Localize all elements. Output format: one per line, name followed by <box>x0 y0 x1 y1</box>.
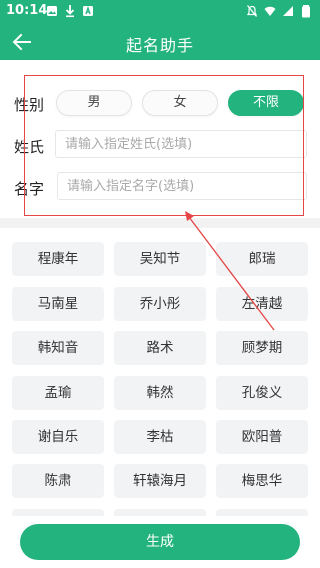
name-chip[interactable]: 欧阳普 <box>216 420 308 454</box>
name-chip[interactable]: 马南星 <box>12 287 104 321</box>
status-bar: 10:14 <box>0 0 320 24</box>
battery-icon <box>302 5 310 18</box>
status-left-icons <box>46 4 94 18</box>
name-chip[interactable]: 梅思华 <box>216 464 308 498</box>
wifi-icon <box>264 6 276 16</box>
name-chip[interactable]: 孔俊义 <box>216 376 308 410</box>
page-title: 起名助手 <box>125 36 194 55</box>
text-icon <box>83 5 93 16</box>
given-name-label: 名字 <box>14 180 45 198</box>
names-grid: 程康年 吴知节 郎瑞 马南星 乔小彤 左清越 韩知音 路术 顾梦期 孟瑜 韩然 … <box>0 228 320 518</box>
gender-option-any[interactable]: 不限 <box>228 90 304 116</box>
name-chip[interactable]: 陈肃 <box>12 464 104 498</box>
title-bar: 起名助手 <box>0 24 320 60</box>
name-chip[interactable]: 韩然 <box>114 376 206 410</box>
section-divider <box>0 218 320 228</box>
surname-input[interactable] <box>55 130 307 158</box>
name-chip[interactable]: 吴知节 <box>114 242 206 276</box>
name-chip[interactable]: 程康年 <box>12 242 104 276</box>
gender-option-male[interactable]: 男 <box>56 90 132 116</box>
given-name-input[interactable] <box>57 172 307 200</box>
image-icon <box>47 6 57 16</box>
generate-button[interactable]: 生成 <box>20 524 300 560</box>
name-chip[interactable]: 路术 <box>114 331 206 365</box>
status-right-icons <box>246 4 312 18</box>
name-chip[interactable]: 郎瑞 <box>216 242 308 276</box>
name-chip[interactable]: 顾梦期 <box>216 331 308 365</box>
gender-option-female[interactable]: 女 <box>142 90 218 116</box>
download-icon <box>65 5 75 18</box>
gender-label: 性别 <box>14 96 45 114</box>
name-chip[interactable]: 孟瑜 <box>12 376 104 410</box>
status-time: 10:14 <box>6 3 48 18</box>
name-chip[interactable]: 轩辕海月 <box>114 464 206 498</box>
mute-icon <box>246 5 258 17</box>
bottom-bar: 生成 <box>0 516 320 568</box>
name-chip[interactable]: 韩知音 <box>12 331 104 365</box>
surname-label: 姓氏 <box>14 138 45 156</box>
signal-icon <box>283 6 293 16</box>
name-chip[interactable]: 乔小彤 <box>114 287 206 321</box>
name-chip[interactable]: 谢自乐 <box>12 420 104 454</box>
name-chip[interactable]: 左清越 <box>216 287 308 321</box>
name-chip[interactable]: 李枯 <box>114 420 206 454</box>
